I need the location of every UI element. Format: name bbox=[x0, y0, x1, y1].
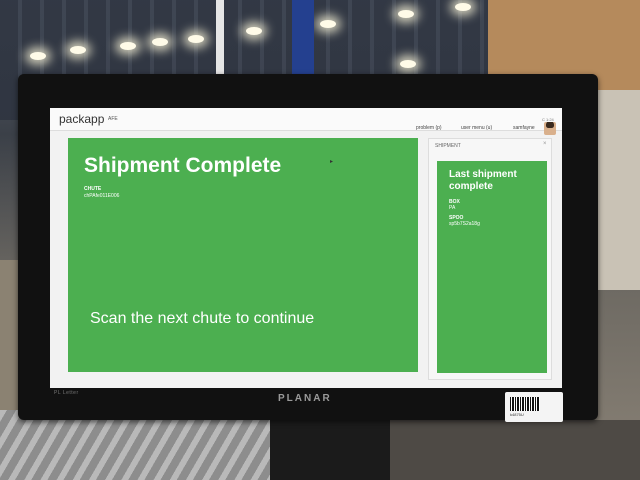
ceiling-light bbox=[320, 20, 336, 28]
chute-value: chPAfe011E006 bbox=[84, 193, 120, 199]
page-title: Shipment Complete bbox=[84, 154, 282, 177]
sticker-text: k4875U bbox=[510, 412, 524, 417]
avatar[interactable] bbox=[544, 122, 556, 135]
ceiling-light bbox=[70, 46, 86, 54]
last-shipment-title: Last shipment complete bbox=[449, 169, 517, 192]
shipment-complete-card: Shipment Complete ▸ CHUTE chPAfe011E006 … bbox=[68, 138, 418, 372]
ceiling-light bbox=[398, 10, 414, 18]
last-shipment-card: Last shipment complete BOX PA SPOO sp5b7… bbox=[437, 161, 547, 373]
app-logo: packapp bbox=[59, 112, 105, 126]
monitor-brand: PLANAR bbox=[278, 393, 332, 404]
ceiling-light bbox=[455, 3, 471, 11]
ceiling-light bbox=[30, 52, 46, 60]
username-label[interactable]: samfayne bbox=[513, 125, 535, 131]
ceiling-light bbox=[152, 38, 168, 46]
problem-menu-item[interactable]: problem (p) bbox=[416, 125, 442, 131]
barcode-icon bbox=[510, 397, 540, 411]
floor bbox=[390, 420, 640, 480]
ceiling-light bbox=[400, 60, 416, 68]
monitor-stand bbox=[270, 420, 390, 480]
shipment-side-panel: SHIPMENT × Last shipment complete BOX PA… bbox=[428, 138, 552, 380]
close-icon[interactable]: × bbox=[543, 141, 547, 147]
ceiling-light bbox=[120, 42, 136, 50]
app-screen: packapp AFE C 1:24 problem (p) user menu… bbox=[50, 108, 562, 388]
mouse-cursor-icon: ▸ bbox=[330, 159, 334, 165]
asset-sticker: k4875U bbox=[505, 392, 563, 422]
ceiling-light bbox=[246, 27, 262, 35]
spoo-value: sp5b7S2a18g bbox=[449, 221, 480, 227]
box-value: PA bbox=[449, 205, 456, 211]
user-menu-item[interactable]: user menu (u) bbox=[461, 125, 492, 131]
site-code: AFE bbox=[108, 116, 118, 122]
chute-label: CHUTE bbox=[84, 186, 102, 192]
conveyor-rollers bbox=[0, 410, 280, 480]
monitor-model: PL Letter bbox=[54, 390, 79, 396]
side-panel-header: SHIPMENT bbox=[435, 143, 461, 149]
ceiling-light bbox=[188, 35, 204, 43]
instruction-text: Scan the next chute to continue bbox=[90, 310, 315, 327]
